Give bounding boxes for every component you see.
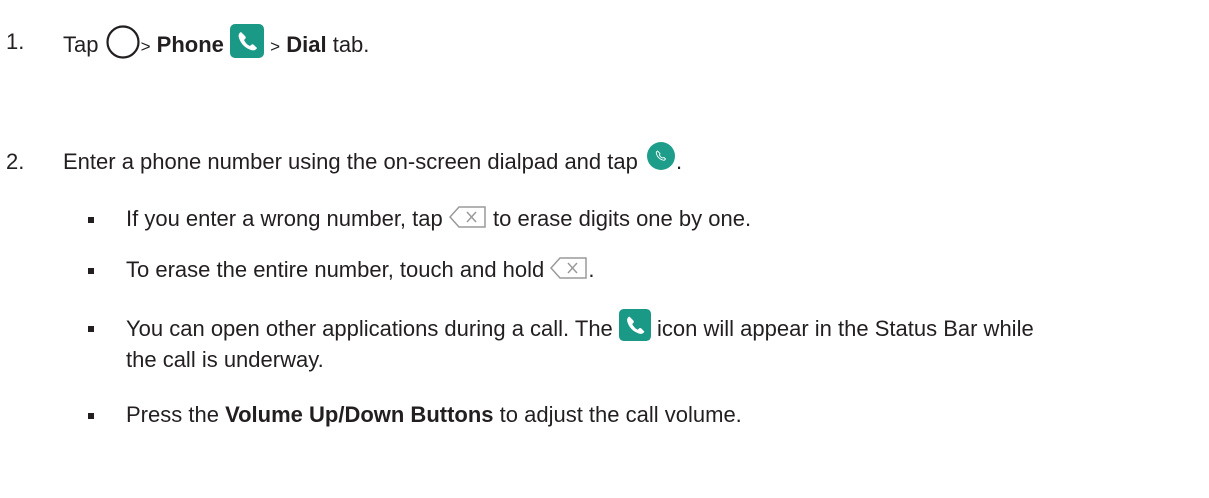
- step-1-phone-label: Phone: [156, 31, 224, 57]
- bullet-4-post: to adjust the call volume.: [499, 402, 742, 427]
- bullet-marker: [88, 268, 94, 274]
- bullet-3-line-2: the call is underway.: [126, 347, 324, 372]
- step-2-instruction: Enter a phone number using the on-screen…: [63, 149, 638, 174]
- step-1-dial-label: Dial: [286, 31, 327, 57]
- bullet-2-text: To erase the entire number, touch and ho…: [126, 256, 595, 284]
- bullet-marker: [88, 413, 94, 419]
- step-1-tap: Tap: [63, 31, 99, 57]
- step-1-text: Tap > Phone > Dial tab.: [63, 24, 370, 64]
- bullet-marker: [88, 217, 94, 223]
- bullet-3-text: You can open other applications during a…: [126, 309, 1034, 346]
- bullet-1-text: If you enter a wrong number, tap to eras…: [126, 205, 751, 233]
- phone-app-icon: [230, 24, 265, 58]
- backspace-icon: [550, 256, 588, 280]
- step-2-number: 2.: [6, 149, 25, 174]
- bullet-1-pre: If you enter a wrong number, tap: [126, 206, 443, 231]
- step-1-tab: tab.: [332, 31, 370, 57]
- step-2-period: .: [675, 149, 683, 174]
- bullet-2-pre: To erase the entire number, touch and ho…: [126, 257, 545, 282]
- bullet-3-post: icon will appear in the Status Bar while: [657, 315, 1034, 341]
- bullet-4-text: Press the Volume Up/Down Buttons to adju…: [126, 401, 742, 429]
- bullet-4-pre: Press the: [126, 402, 219, 427]
- step-2-text: Enter a phone number using the on-screen…: [63, 142, 683, 178]
- call-button-icon: [646, 141, 676, 171]
- bullet-1-post: to erase digits one by one.: [493, 206, 752, 231]
- step-1-separator-2: >: [270, 36, 281, 56]
- bullet-marker: [88, 326, 94, 332]
- home-circle-icon: [105, 24, 141, 60]
- bullet-2-post: .: [588, 257, 595, 282]
- step-1-number: 1.: [6, 29, 25, 54]
- phone-app-icon: [618, 309, 651, 341]
- backspace-icon: [448, 205, 487, 229]
- step-1-separator: >: [140, 36, 151, 56]
- bullet-3-pre: You can open other applications during a…: [126, 315, 613, 341]
- bullet-4-bold: Volume Up/Down Buttons: [225, 402, 494, 427]
